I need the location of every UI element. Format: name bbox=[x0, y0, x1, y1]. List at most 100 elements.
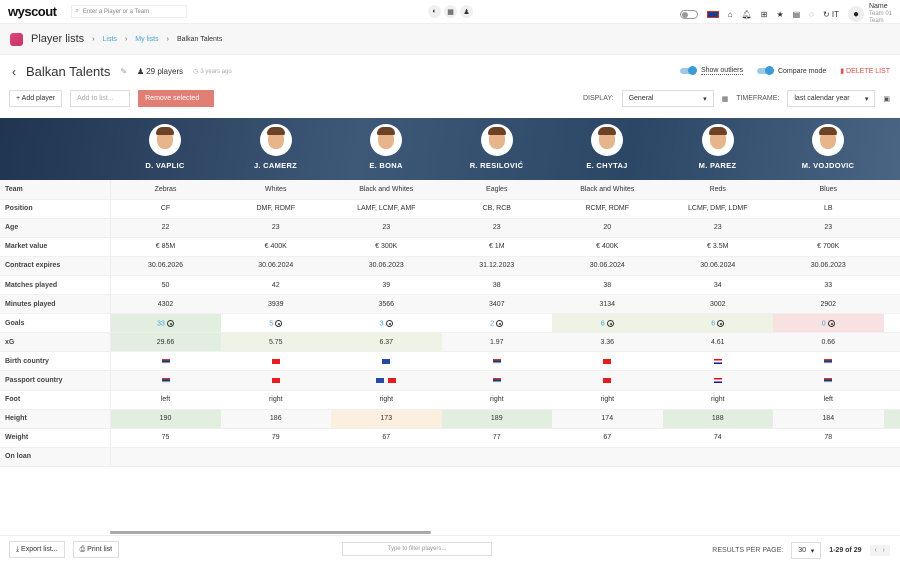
cell-value: right bbox=[268, 396, 283, 404]
goals-link[interactable]: 6 bbox=[601, 320, 605, 327]
table-cell: 22 bbox=[110, 218, 221, 238]
cell-value: Zebras bbox=[154, 185, 177, 193]
calendar-icon[interactable]: ▤ bbox=[793, 10, 801, 19]
table-row: Contract expires 30.06.2026 30.06.2024 30.0… bbox=[0, 256, 900, 276]
player-name[interactable]: D. VAPLIC bbox=[145, 161, 184, 170]
delete-list-button[interactable]: ▮ DELETE LIST bbox=[840, 67, 890, 75]
display-select[interactable]: General ▾ bbox=[621, 90, 714, 107]
goals-link[interactable]: 0 bbox=[822, 320, 826, 327]
play-video-icon[interactable] bbox=[166, 319, 174, 327]
table-cell bbox=[331, 370, 442, 391]
display-label: DISPLAY: bbox=[582, 95, 614, 102]
player-name[interactable]: M. VOJDOVIC bbox=[802, 161, 854, 170]
table-row: Goals 33 5 3 2 6 6 0 bbox=[0, 313, 900, 334]
table-cell: right bbox=[441, 390, 552, 410]
filter-players-input[interactable]: Type to filter players... bbox=[342, 542, 492, 556]
horizontal-scrollbar[interactable] bbox=[110, 531, 431, 534]
cell-value: 174 bbox=[601, 415, 614, 423]
player-header[interactable]: M. VOJDOVIC bbox=[773, 124, 883, 170]
player-header[interactable]: J. CAMERZ bbox=[221, 124, 331, 170]
table-cell: 23 bbox=[441, 218, 552, 238]
goals-link[interactable]: 3 bbox=[380, 320, 384, 327]
table-row: Passport country bbox=[0, 370, 900, 391]
player-header[interactable]: R. RESILOVIĆ bbox=[442, 124, 552, 170]
globe-icon[interactable]: ◐ bbox=[428, 5, 441, 18]
wyscout-logo[interactable]: wyscout bbox=[8, 4, 57, 19]
edit-columns-icon[interactable]: ▦ bbox=[722, 95, 729, 103]
country-flag-icon bbox=[713, 377, 722, 383]
table-cell bbox=[220, 447, 331, 467]
play-video-icon[interactable] bbox=[606, 319, 614, 327]
prev-page-button[interactable]: ‹ › bbox=[869, 545, 890, 556]
cell-value: CB, RCB bbox=[482, 205, 511, 213]
play-video-icon[interactable] bbox=[385, 319, 393, 327]
table-cell: 30.06.2026 bbox=[110, 256, 221, 276]
breadcrumb-lists[interactable]: Lists bbox=[103, 36, 117, 43]
goals-link[interactable]: 2 bbox=[490, 320, 494, 327]
back-icon[interactable]: ‹ bbox=[12, 65, 16, 79]
row-label: On loan bbox=[0, 447, 111, 467]
lang-code[interactable]: IT bbox=[832, 10, 839, 19]
table-cell bbox=[552, 370, 663, 391]
home-icon[interactable]: ⌂ bbox=[728, 10, 733, 19]
add-to-list-button[interactable]: Add to list... bbox=[70, 90, 131, 107]
goals-link[interactable]: 6 bbox=[711, 320, 715, 327]
player-name[interactable]: J. CAMERZ bbox=[254, 161, 297, 170]
show-outliers-toggle[interactable]: Show outliers bbox=[679, 66, 743, 75]
compare-mode-toggle[interactable]: Compare mode bbox=[756, 66, 826, 75]
search-input[interactable]: ⌕ Enter a Player or a Team bbox=[70, 5, 187, 18]
table-cell: 2902 bbox=[773, 294, 884, 315]
results-per-page-select[interactable]: 30 ▾ bbox=[791, 542, 822, 559]
remove-selected-button[interactable]: Remove selected bbox=[138, 90, 215, 107]
play-video-icon[interactable] bbox=[827, 319, 835, 327]
chevron-down-icon: ▾ bbox=[703, 95, 707, 103]
table-cell: € 400K bbox=[552, 237, 663, 257]
row-label: xG bbox=[0, 332, 111, 353]
player-count: 29 players bbox=[146, 67, 184, 76]
player-name[interactable]: E. CHYTAJ bbox=[586, 161, 627, 170]
table-cell bbox=[552, 351, 663, 372]
print-list-button[interactable]: ⎙ Print list bbox=[72, 541, 120, 558]
edit-icon[interactable]: ✎ bbox=[120, 67, 127, 76]
cell-value: LAMF, LCMF, AMF bbox=[357, 205, 416, 213]
row-label: Foot bbox=[0, 390, 111, 410]
timeframe-select[interactable]: last calendar year ▾ bbox=[787, 90, 876, 107]
goals-link[interactable]: 33 bbox=[157, 320, 165, 327]
star-icon[interactable]: ★ bbox=[776, 10, 783, 19]
refresh-icon[interactable]: ↻ IT bbox=[823, 10, 839, 19]
breadcrumb-current: Balkan Talents bbox=[176, 35, 223, 43]
table-cell bbox=[883, 447, 900, 467]
page-range: 1-29 of 29 bbox=[829, 547, 862, 554]
breadcrumb-my-lists[interactable]: My lists bbox=[135, 36, 158, 43]
player-header[interactable]: M. PAREZ bbox=[663, 124, 773, 170]
cell-value: 78 bbox=[824, 434, 833, 442]
goals-link[interactable]: 5 bbox=[269, 320, 273, 327]
profile-icon[interactable]: ♟ bbox=[460, 5, 473, 18]
player-header[interactable]: E. CHYTAJ bbox=[552, 124, 662, 170]
player-name[interactable]: M. PAREZ bbox=[699, 161, 737, 170]
theme-toggle[interactable] bbox=[679, 9, 698, 19]
table-cell bbox=[331, 351, 442, 372]
player-name[interactable]: E. BONA bbox=[369, 161, 402, 170]
player-name[interactable]: R. RESILOVIĆ bbox=[470, 161, 524, 170]
player-header[interactable]: D. VAPLIC bbox=[110, 124, 220, 170]
table-row: Position CF DMF, RDMF LAMF, LCMF, AMF CB, RC… bbox=[0, 199, 900, 219]
country-flag-icon bbox=[376, 377, 385, 383]
add-player-button[interactable]: + Add player bbox=[9, 90, 63, 107]
player-header[interactable]: E. BONA bbox=[331, 124, 441, 170]
headset-icon[interactable]: ◌ bbox=[809, 10, 814, 19]
play-video-icon[interactable] bbox=[275, 319, 283, 327]
play-video-icon[interactable] bbox=[717, 319, 725, 327]
uk-flag-icon[interactable] bbox=[706, 10, 719, 18]
bell-icon[interactable]: 🔔︎ bbox=[742, 10, 752, 19]
timeframe-label: TIMEFRAME: bbox=[736, 95, 780, 102]
calendar-icon[interactable]: ▣ bbox=[883, 95, 890, 103]
plus-box-icon[interactable]: ⊞ bbox=[761, 10, 768, 19]
table-cell: € 300K bbox=[331, 237, 442, 257]
user-menu[interactable]: ● Name Team 01 Team bbox=[847, 3, 892, 25]
apps-grid-icon[interactable]: ▦ bbox=[444, 5, 457, 18]
cell-value: 29.66 bbox=[156, 338, 175, 346]
play-video-icon[interactable] bbox=[496, 319, 504, 327]
table-cell: 33 bbox=[773, 275, 884, 296]
export-list-button[interactable]: ⤓ Export list... bbox=[9, 541, 65, 558]
